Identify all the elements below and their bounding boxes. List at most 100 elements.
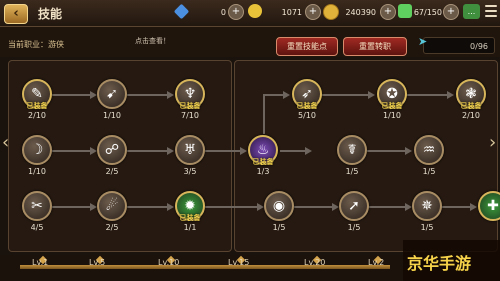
connector	[205, 206, 257, 208]
scroll-right-arrow[interactable]: ›	[489, 132, 496, 153]
skill-level: 2/10	[28, 111, 46, 120]
skill-level: 1/5	[422, 167, 436, 176]
connector-head	[405, 203, 412, 211]
skill-icon: ☄	[105, 198, 119, 214]
connector-head	[167, 203, 174, 211]
equipped-label: 已装备	[460, 102, 482, 110]
skill-level: 7/10	[181, 111, 199, 120]
skill-node-r2c2[interactable]: ☍	[97, 135, 127, 165]
reset-skill-points-button[interactable]: 重置技能点	[276, 37, 338, 56]
skill-node-r1c2[interactable]: ➹	[97, 79, 127, 109]
connector-head	[283, 91, 290, 99]
connector-head	[257, 203, 264, 211]
skill-node-a2c2[interactable]: ♒	[414, 135, 444, 165]
skill-icon: ✵	[421, 198, 433, 214]
skill-level: 2/5	[105, 167, 119, 176]
skill-level: 2/10	[462, 111, 480, 120]
skill-icon: ♒	[422, 142, 436, 158]
add-coins-button[interactable]: +	[380, 4, 396, 20]
coin-c-icon	[248, 4, 262, 18]
connector-head	[90, 91, 97, 99]
watermark-logo: 京华手游	[407, 254, 472, 273]
back-button[interactable]: ‹	[4, 4, 28, 24]
gold-count: 1071	[281, 8, 302, 17]
skill-icon: ✂	[31, 198, 43, 214]
connector	[127, 206, 167, 208]
skill-level: 2/5	[105, 223, 119, 232]
chat-button[interactable]: ...	[463, 4, 480, 19]
skill-node-a3c2[interactable]: ➚	[339, 191, 369, 221]
connector	[320, 94, 368, 96]
connector-head	[470, 203, 477, 211]
skill-points-display: 0/96	[423, 37, 495, 54]
connector	[263, 94, 265, 134]
equipped-label: 已装备	[252, 158, 274, 166]
connector-head	[90, 203, 97, 211]
skill-icon: ✚	[487, 198, 499, 214]
skill-level: 1/5	[345, 167, 359, 176]
skill-node-a3c3[interactable]: ✵	[412, 191, 442, 221]
connector	[127, 150, 167, 152]
connector	[280, 150, 305, 152]
skill-level: 1/10	[383, 111, 401, 120]
menu-icon[interactable]	[485, 5, 497, 18]
connector	[205, 150, 240, 152]
skill-level: 1/10	[103, 111, 121, 120]
reset-job-button[interactable]: 重置转职	[343, 37, 407, 56]
add-diamond-button[interactable]: +	[228, 4, 244, 20]
skill-icon: ➹	[106, 86, 118, 102]
connector	[440, 206, 470, 208]
page-title: 技能	[38, 7, 63, 21]
timeline-bar	[20, 265, 390, 269]
stamina-count: 67/150	[413, 8, 442, 17]
connector-head	[368, 91, 375, 99]
timeline-label: Lv.10	[158, 258, 180, 267]
skill-node-a3c4[interactable]: ✚	[478, 191, 500, 221]
timeline-label: Lv.5	[89, 258, 106, 267]
equipped-label: 已装备	[179, 102, 201, 110]
timeline-label: Lv.2	[368, 258, 385, 267]
skill-icon: ◉	[272, 198, 286, 214]
add-gold-button[interactable]: +	[305, 4, 321, 20]
current-job-label: 当前职业：游侠	[8, 40, 64, 49]
connector	[52, 150, 90, 152]
skill-icon: ☽	[30, 142, 44, 158]
timeline-label: Lv.20	[304, 258, 326, 267]
timeline-label: Lv.1	[32, 258, 49, 267]
skill-level: 1/1	[183, 223, 197, 232]
connector-head	[90, 147, 97, 155]
skill-node-r2c1[interactable]: ☽	[22, 135, 52, 165]
skill-level: 1/5	[347, 223, 361, 232]
skill-level: 3/5	[183, 167, 197, 176]
connector	[367, 150, 405, 152]
connector	[263, 94, 283, 96]
skill-point-icon: ➤	[418, 35, 428, 48]
skill-icon: ☍	[104, 142, 120, 158]
skill-level: 1/3	[256, 167, 270, 176]
scroll-left-arrow[interactable]: ‹	[2, 132, 9, 153]
equipped-label: 已装备	[381, 102, 403, 110]
connector	[52, 206, 90, 208]
connector-head	[167, 147, 174, 155]
skill-level: 5/10	[298, 111, 316, 120]
skill-icon: ♅	[183, 142, 197, 158]
skill-node-r3c1[interactable]: ✂	[22, 191, 52, 221]
skill-node-a3c1[interactable]: ◉	[264, 191, 294, 221]
timeline-label: Lv.15	[228, 258, 250, 267]
tooltip-fragment: 点击查看！	[135, 37, 170, 45]
skill-level: 4/5	[30, 223, 44, 232]
connector	[294, 206, 332, 208]
connector	[367, 206, 405, 208]
add-stamina-button[interactable]: +	[443, 4, 459, 20]
skill-node-r3c2[interactable]: ☄	[97, 191, 127, 221]
connector	[405, 94, 447, 96]
equipped-label: 已装备	[26, 102, 48, 110]
skill-icon: ➚	[348, 198, 360, 214]
connector-head	[332, 203, 339, 211]
coins-count: 240390	[345, 8, 376, 17]
connector-head	[167, 91, 174, 99]
connector	[127, 94, 167, 96]
skill-node-r2c3[interactable]: ♅	[175, 135, 205, 165]
skill-node-a2c1[interactable]: ☤	[337, 135, 367, 165]
skill-level: 1/5	[420, 223, 434, 232]
